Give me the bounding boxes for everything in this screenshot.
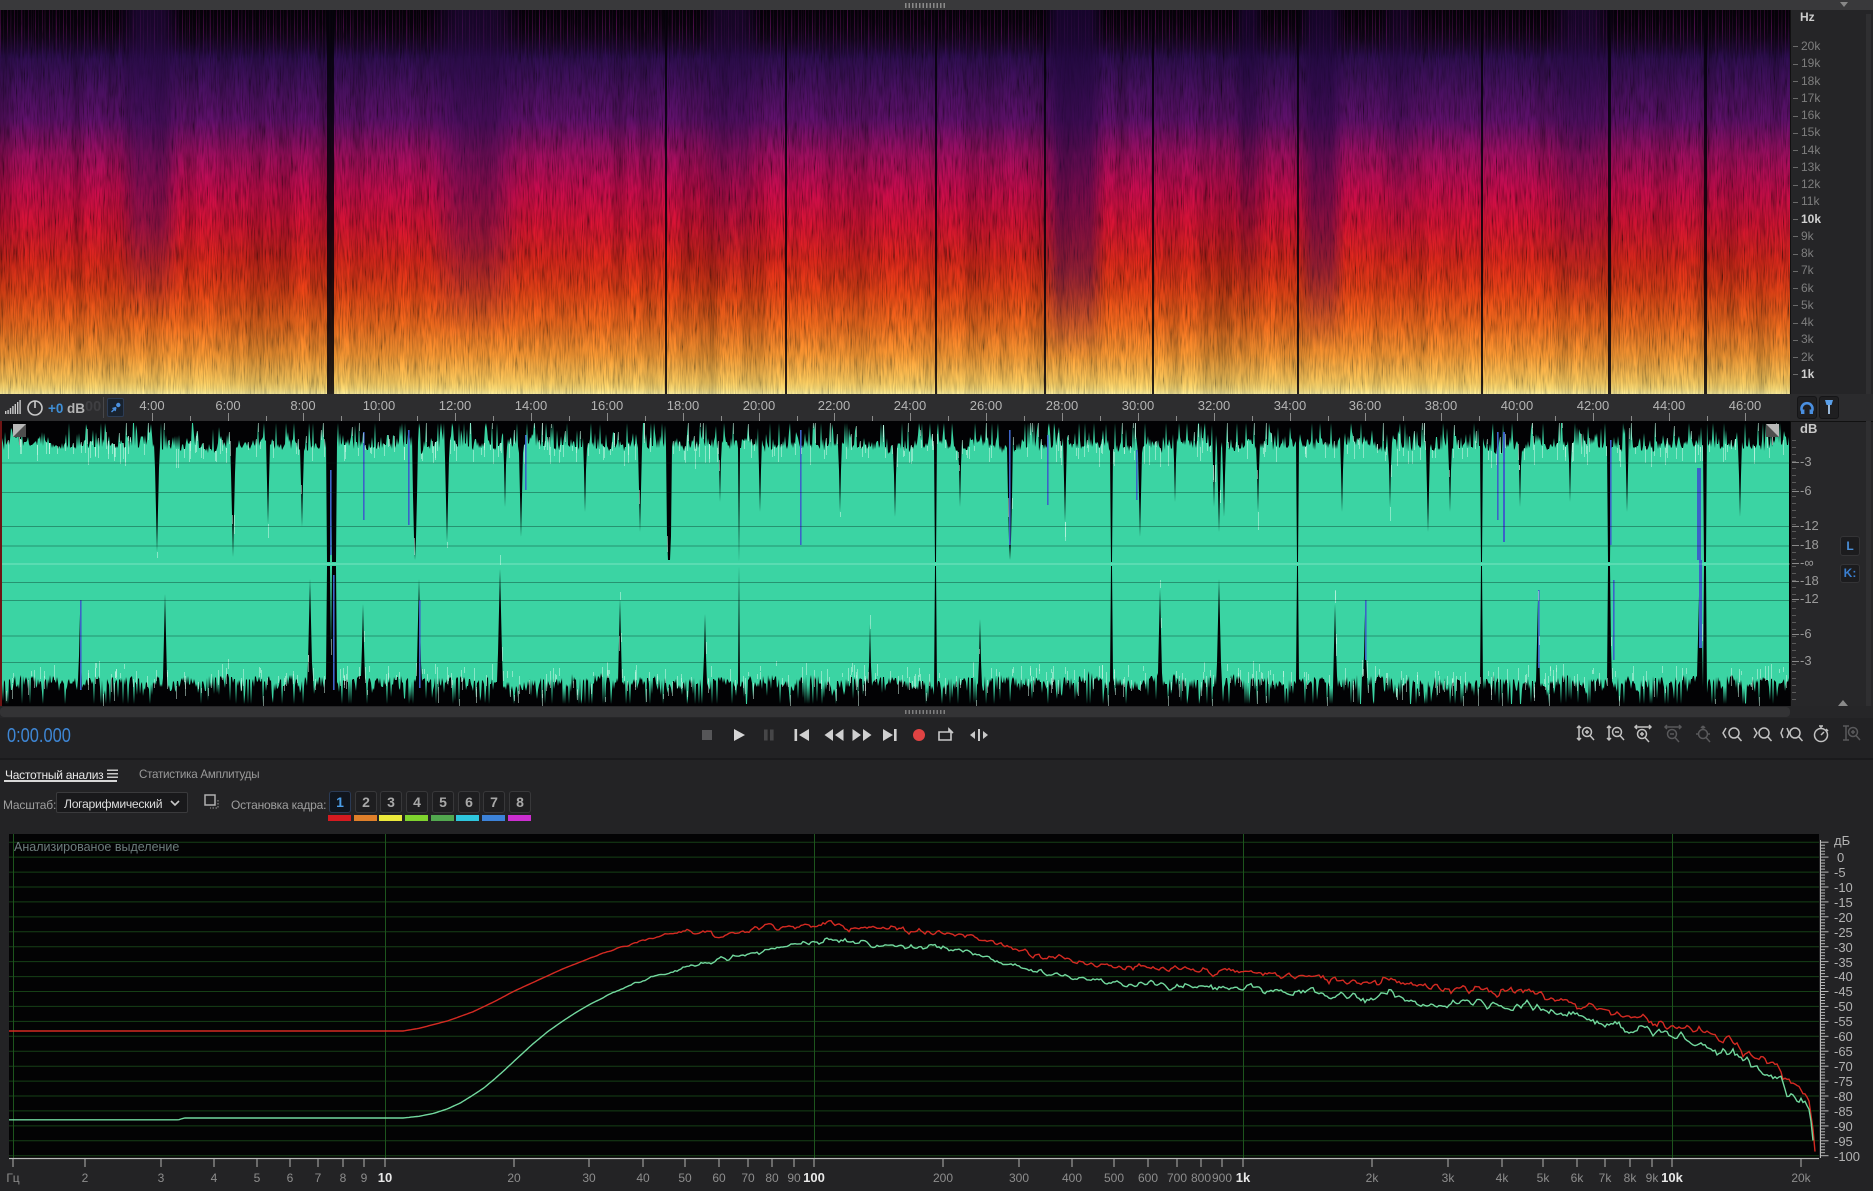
svg-text:900: 900 xyxy=(1212,1171,1232,1185)
svg-text:дБ: дБ xyxy=(1834,833,1850,848)
svg-text:-65: -65 xyxy=(1834,1044,1853,1059)
svg-text:-40: -40 xyxy=(1834,969,1853,984)
svg-text:-50: -50 xyxy=(1834,999,1853,1014)
svg-text:-25: -25 xyxy=(1834,925,1853,940)
svg-text:-95: -95 xyxy=(1834,1134,1853,1149)
svg-text:-90: -90 xyxy=(1834,1119,1853,1134)
svg-text:1k: 1k xyxy=(1236,1170,1251,1185)
svg-text:-15: -15 xyxy=(1834,895,1853,910)
svg-text:4k: 4k xyxy=(1496,1171,1510,1185)
svg-text:-5: -5 xyxy=(1834,865,1846,880)
svg-text:600: 600 xyxy=(1138,1171,1158,1185)
svg-text:3k: 3k xyxy=(1442,1171,1456,1185)
svg-text:-60: -60 xyxy=(1834,1029,1853,1044)
svg-text:60: 60 xyxy=(712,1171,726,1185)
svg-text:Гц: Гц xyxy=(6,1171,19,1185)
svg-text:30: 30 xyxy=(582,1171,596,1185)
svg-text:500: 500 xyxy=(1104,1171,1124,1185)
svg-text:-55: -55 xyxy=(1834,1014,1853,1029)
svg-text:6: 6 xyxy=(287,1171,294,1185)
svg-text:90: 90 xyxy=(787,1171,801,1185)
svg-text:70: 70 xyxy=(741,1171,755,1185)
svg-text:800: 800 xyxy=(1191,1171,1211,1185)
svg-text:-30: -30 xyxy=(1834,940,1853,955)
svg-text:8k: 8k xyxy=(1624,1171,1638,1185)
svg-text:40: 40 xyxy=(636,1171,650,1185)
svg-text:-100: -100 xyxy=(1834,1149,1860,1164)
svg-text:10: 10 xyxy=(378,1170,392,1185)
svg-text:-80: -80 xyxy=(1834,1089,1853,1104)
svg-text:80: 80 xyxy=(765,1171,779,1185)
svg-text:-20: -20 xyxy=(1834,910,1853,925)
svg-text:6k: 6k xyxy=(1571,1171,1585,1185)
svg-text:9k: 9k xyxy=(1646,1171,1660,1185)
svg-text:4: 4 xyxy=(211,1171,218,1185)
svg-text:2: 2 xyxy=(82,1171,89,1185)
svg-text:100: 100 xyxy=(803,1170,825,1185)
svg-text:7k: 7k xyxy=(1599,1171,1613,1185)
svg-text:7: 7 xyxy=(315,1171,322,1185)
svg-text:-35: -35 xyxy=(1834,955,1853,970)
svg-text:300: 300 xyxy=(1009,1171,1029,1185)
svg-text:-10: -10 xyxy=(1834,880,1853,895)
svg-text:400: 400 xyxy=(1062,1171,1082,1185)
svg-text:3: 3 xyxy=(158,1171,165,1185)
svg-text:-85: -85 xyxy=(1834,1104,1853,1119)
svg-text:10k: 10k xyxy=(1661,1170,1683,1185)
svg-text:2k: 2k xyxy=(1366,1171,1380,1185)
svg-text:9: 9 xyxy=(361,1171,368,1185)
svg-text:50: 50 xyxy=(678,1171,692,1185)
svg-text:5k: 5k xyxy=(1537,1171,1551,1185)
svg-text:-45: -45 xyxy=(1834,984,1853,999)
svg-text:-70: -70 xyxy=(1834,1059,1853,1074)
svg-text:700: 700 xyxy=(1167,1171,1187,1185)
svg-text:-75: -75 xyxy=(1834,1074,1853,1089)
svg-text:8: 8 xyxy=(340,1171,347,1185)
svg-text:Анализированое выделение: Анализированое выделение xyxy=(14,840,179,854)
svg-text:5: 5 xyxy=(254,1171,261,1185)
svg-text:200: 200 xyxy=(933,1171,953,1185)
svg-text:20k: 20k xyxy=(1791,1171,1811,1185)
svg-text:20: 20 xyxy=(507,1171,521,1185)
svg-text:0: 0 xyxy=(1837,850,1844,865)
